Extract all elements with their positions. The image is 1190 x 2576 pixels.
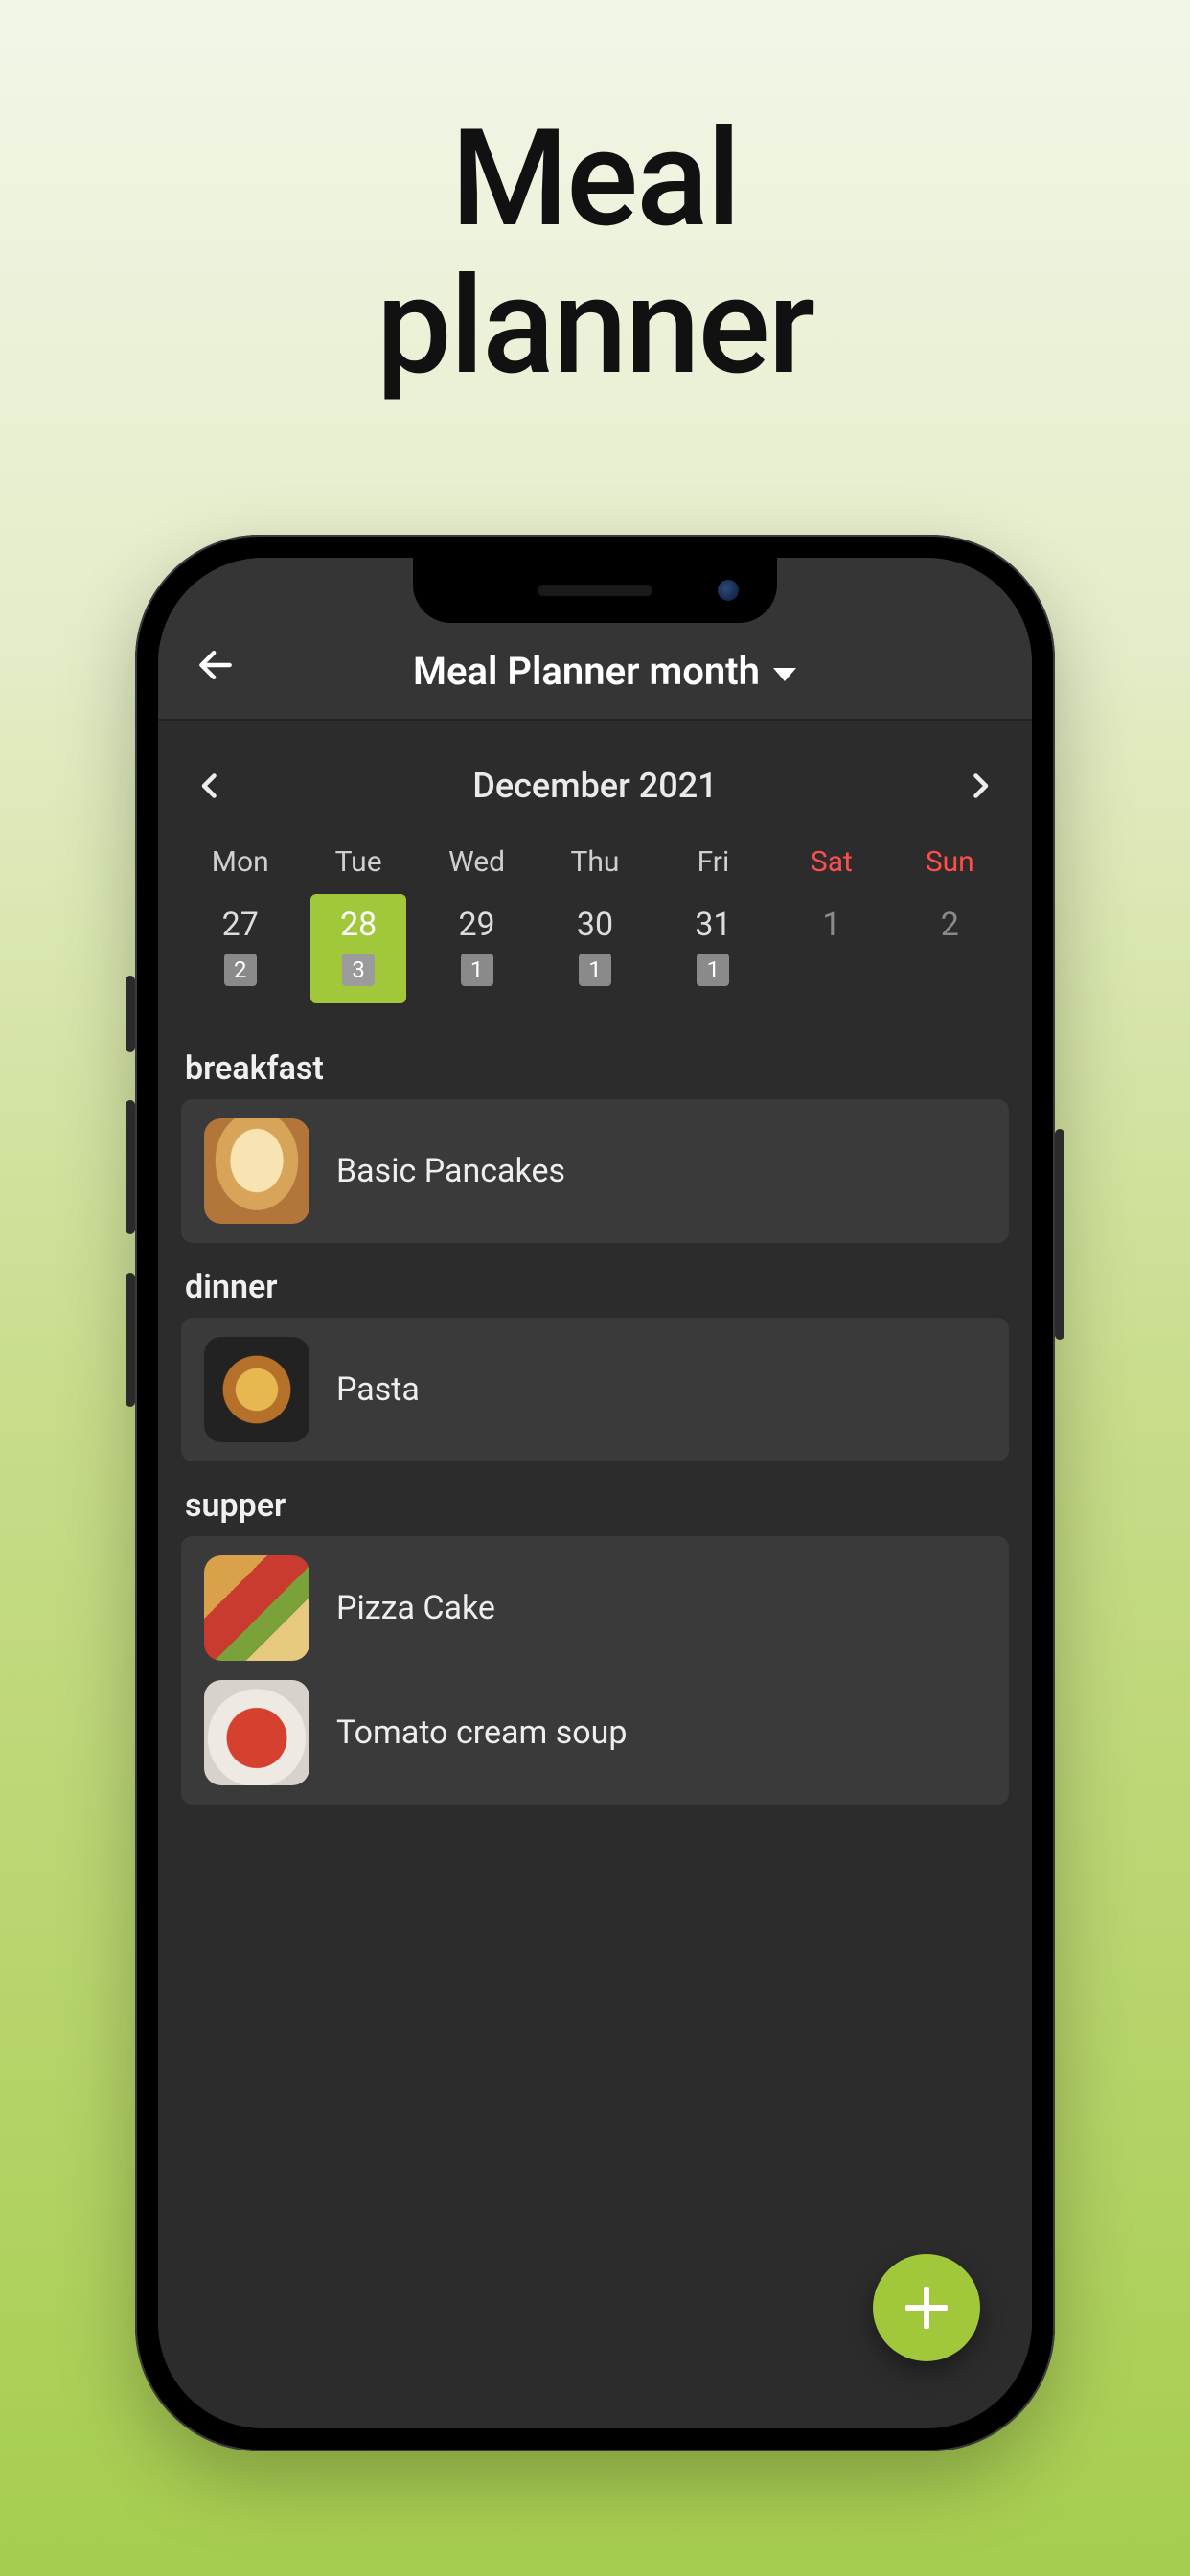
day-number: 30 xyxy=(577,906,613,944)
day-number: 1 xyxy=(822,906,840,944)
weekday-label: Sun xyxy=(891,838,1009,896)
promo-title: Meal planner xyxy=(377,105,813,401)
weekday-label: Mon xyxy=(181,838,299,896)
day-number: 27 xyxy=(222,906,259,944)
meal-card: Pizza Cake Tomato cream soup xyxy=(181,1536,1009,1805)
meal-name: Tomato cream soup xyxy=(336,1714,628,1752)
weekday-label: Wed xyxy=(418,838,536,896)
day-cell[interactable]: 311 xyxy=(654,896,772,1011)
meal-section-title: supper xyxy=(181,1486,1009,1525)
chevron-left-icon xyxy=(193,769,227,803)
meal-section: breakfast Basic Pancakes xyxy=(181,1049,1009,1243)
meal-section-title: dinner xyxy=(181,1268,1009,1306)
meal-section: dinner Pasta xyxy=(181,1268,1009,1461)
meal-card: Pasta xyxy=(181,1318,1009,1461)
phone-frame: Meal Planner month December 2021 xyxy=(135,535,1055,2451)
promo-title-line2: planner xyxy=(377,253,813,401)
phone-side-button xyxy=(126,1273,135,1407)
weekday-label: Sat xyxy=(772,838,890,896)
weekday-label: Tue xyxy=(299,838,417,896)
app-root: Meal Planner month December 2021 xyxy=(158,558,1032,2428)
phone-speaker xyxy=(538,585,652,596)
day-cell[interactable]: 1 xyxy=(772,896,890,1011)
day-number: 31 xyxy=(695,906,731,944)
day-meal-count-badge: 1 xyxy=(697,954,729,986)
header-title: Meal Planner month xyxy=(413,649,760,694)
day-meal-count-badge: 2 xyxy=(224,954,257,986)
weekday-label: Fri xyxy=(654,838,772,896)
meal-item[interactable]: Tomato cream soup xyxy=(204,1680,986,1785)
meal-item[interactable]: Pizza Cake xyxy=(204,1555,986,1661)
back-button[interactable] xyxy=(187,636,244,694)
weekday-header: MonTueWedThuFriSatSun xyxy=(181,838,1009,896)
day-cell[interactable]: 291 xyxy=(418,896,536,1011)
day-cell[interactable]: 283 xyxy=(299,896,417,1011)
plus-icon xyxy=(924,2287,929,2329)
meal-item[interactable]: Pasta xyxy=(204,1337,986,1442)
day-number: 29 xyxy=(458,906,494,944)
month-label: December 2021 xyxy=(472,766,717,806)
chevron-down-icon xyxy=(773,668,796,681)
meal-name: Basic Pancakes xyxy=(336,1152,565,1190)
next-month-button[interactable] xyxy=(957,763,1003,809)
prev-month-button[interactable] xyxy=(187,763,233,809)
day-meal-count-badge: 1 xyxy=(461,954,493,986)
day-meal-count-badge: 3 xyxy=(342,954,375,986)
meal-name: Pasta xyxy=(336,1370,420,1409)
phone-side-button xyxy=(126,976,135,1052)
header-title-dropdown[interactable]: Meal Planner month xyxy=(263,649,946,694)
meal-name: Pizza Cake xyxy=(336,1589,495,1627)
meal-thumbnail xyxy=(204,1680,309,1785)
meal-section-title: breakfast xyxy=(181,1049,1009,1088)
phone-side-button xyxy=(1055,1129,1064,1340)
meal-thumbnail xyxy=(204,1555,309,1661)
day-number: 28 xyxy=(340,906,377,944)
phone-camera xyxy=(718,580,739,601)
weekday-label: Thu xyxy=(536,838,653,896)
calendar: December 2021 MonTueWedThuFriSatSun 2722… xyxy=(158,721,1032,1011)
chevron-right-icon xyxy=(963,769,997,803)
promo-title-line1: Meal xyxy=(377,105,813,253)
meal-card: Basic Pancakes xyxy=(181,1099,1009,1243)
phone-screen: Meal Planner month December 2021 xyxy=(158,558,1032,2428)
day-cell[interactable]: 272 xyxy=(181,896,299,1011)
day-cell[interactable]: 301 xyxy=(536,896,653,1011)
meal-thumbnail xyxy=(204,1337,309,1442)
day-number: 2 xyxy=(941,906,959,944)
meal-thumbnail xyxy=(204,1118,309,1224)
phone-notch xyxy=(413,558,777,623)
day-meal-count-badge: 1 xyxy=(579,954,611,986)
meal-section: supper Pizza Cake Tomato cream soup xyxy=(181,1486,1009,1805)
month-navigation: December 2021 xyxy=(181,721,1009,838)
arrow-left-icon xyxy=(195,644,237,686)
meal-item[interactable]: Basic Pancakes xyxy=(204,1118,986,1224)
add-button[interactable] xyxy=(873,2254,980,2361)
meals-list: breakfast Basic Pancakes dinner Pasta supper… xyxy=(158,1011,1032,1805)
phone-side-button xyxy=(126,1100,135,1234)
week-row: 27228329130131112 xyxy=(181,896,1009,1011)
day-cell[interactable]: 2 xyxy=(891,896,1009,1011)
